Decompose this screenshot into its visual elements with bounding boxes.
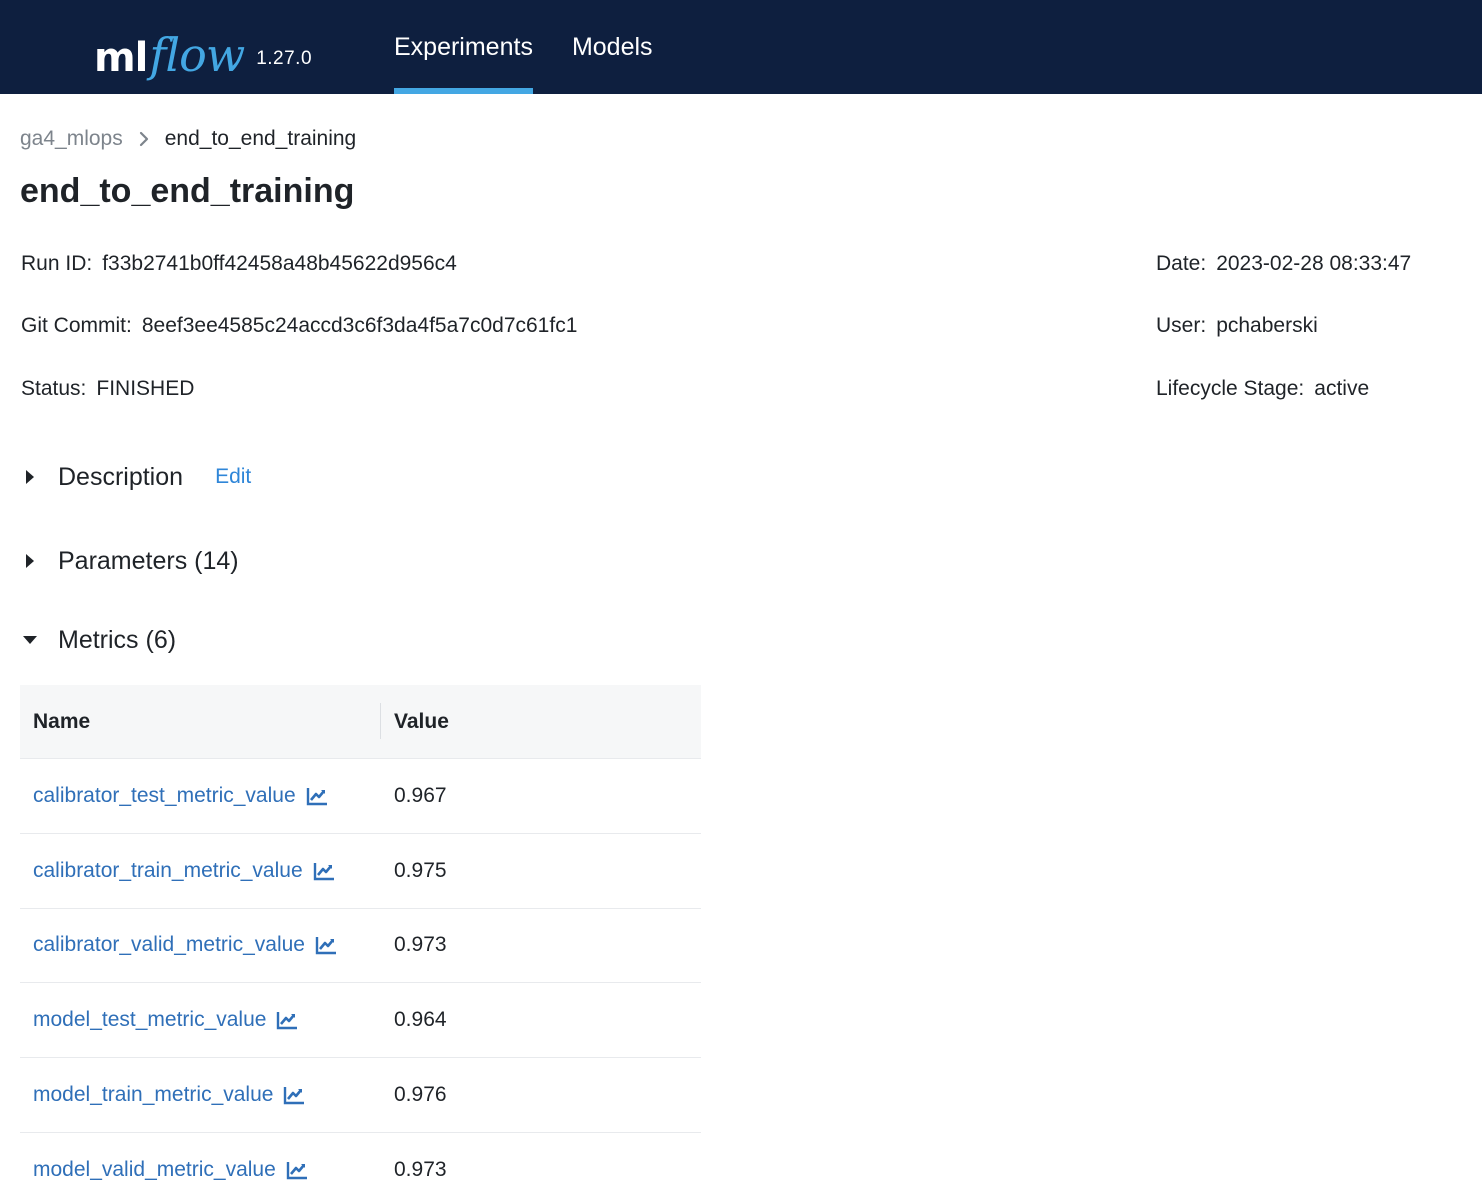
version-label: 1.27.0 <box>256 48 313 69</box>
metrics-toggle[interactable]: Metrics (6) <box>58 626 176 655</box>
top-navbar: ml flow 1.27.0 Experiments Models <box>0 0 1482 94</box>
main-nav: Experiments Models <box>394 0 692 94</box>
metric-name-link[interactable]: calibrator_train_metric_value <box>33 859 303 883</box>
metrics-table: Name Value calibrator_test_metric_value 0… <box>20 685 701 1204</box>
parameters-section-header: Parameters (14) <box>22 543 239 579</box>
mlflow-logo[interactable]: ml flow 1.27.0 <box>94 14 312 78</box>
user-value: pchaberski <box>1216 314 1318 337</box>
status-field: Status: FINISHED <box>21 377 194 401</box>
caret-down-icon[interactable] <box>22 632 38 648</box>
metric-name-link[interactable]: calibrator_valid_metric_value <box>33 933 305 957</box>
metric-value: 0.973 <box>394 1157 447 1181</box>
column-header-name[interactable]: Name <box>20 710 380 734</box>
user-field: User: pchaberski <box>1156 314 1318 338</box>
breadcrumb-current: end_to_end_training <box>164 127 357 150</box>
lifecycle-field: Lifecycle Stage: active <box>1156 377 1369 401</box>
table-row: model_valid_metric_value 0.973 <box>20 1133 701 1204</box>
chevron-right-icon <box>129 124 159 154</box>
metric-name-link[interactable]: calibrator_test_metric_value <box>33 784 296 808</box>
metric-name-link[interactable]: model_train_metric_value <box>33 1083 273 1107</box>
metric-value: 0.973 <box>394 933 447 957</box>
metric-name-cell: model_train_metric_value <box>20 1083 380 1107</box>
line-chart-icon[interactable] <box>306 786 328 806</box>
description-section-header: Description Edit <box>22 459 251 495</box>
line-chart-icon[interactable] <box>276 1010 298 1030</box>
metric-name-link[interactable]: model_test_metric_value <box>33 1008 266 1032</box>
table-row: model_test_metric_value 0.964 <box>20 983 701 1059</box>
parameters-toggle[interactable]: Parameters (14) <box>58 547 239 576</box>
date-value: 2023-02-28 08:33:47 <box>1216 252 1412 275</box>
table-row: model_train_metric_value 0.976 <box>20 1058 701 1133</box>
caret-right-icon[interactable] <box>22 553 38 569</box>
page-title: end_to_end_training <box>20 172 355 210</box>
metric-name-cell: model_test_metric_value <box>20 1008 380 1032</box>
line-chart-icon[interactable] <box>315 935 337 955</box>
metric-value: 0.976 <box>394 1083 447 1107</box>
git-commit-value: 8eef3ee4585c24accd3c6f3da4f5a7c0d7c61fc1 <box>141 314 578 337</box>
date-field: Date: 2023-02-28 08:33:47 <box>1156 252 1411 276</box>
git-commit-field: Git Commit: 8eef3ee4585c24accd3c6f3da4f5a… <box>21 314 577 338</box>
lifecycle-value: active <box>1314 377 1370 400</box>
logo-ml-text: ml <box>94 35 148 81</box>
run-id-label: Run ID: <box>21 252 93 275</box>
breadcrumb-experiment-link[interactable]: ga4_mlops <box>20 127 123 151</box>
date-label: Date: <box>1156 252 1207 275</box>
metric-name-cell: calibrator_valid_metric_value <box>20 933 380 957</box>
caret-right-icon[interactable] <box>22 469 38 485</box>
line-chart-icon[interactable] <box>313 861 335 881</box>
metric-name-cell: calibrator_test_metric_value <box>20 784 380 808</box>
metric-value: 0.964 <box>394 1008 447 1032</box>
metric-name-cell: model_valid_metric_value <box>20 1158 380 1182</box>
description-edit-link[interactable]: Edit <box>215 465 251 489</box>
metric-value: 0.967 <box>394 783 447 807</box>
table-row: calibrator_train_metric_value 0.975 <box>20 834 701 909</box>
table-row: calibrator_valid_metric_value 0.973 <box>20 909 701 984</box>
line-chart-icon[interactable] <box>286 1160 308 1180</box>
table-header: Name Value <box>20 685 701 759</box>
description-toggle[interactable]: Description <box>58 463 183 492</box>
breadcrumb: ga4_mlops end_to_end_training <box>20 124 356 154</box>
metric-name-link[interactable]: model_valid_metric_value <box>33 1158 276 1182</box>
table-body: calibrator_test_metric_value 0.967 calibra… <box>20 759 701 1204</box>
status-label: Status: <box>21 377 87 400</box>
nav-models[interactable]: Models <box>572 0 653 94</box>
table-row: calibrator_test_metric_value 0.967 <box>20 759 701 834</box>
user-label: User: <box>1156 314 1207 337</box>
column-divider <box>380 703 381 739</box>
logo-flow-text: flow <box>149 28 245 82</box>
run-id-field: Run ID: f33b2741b0ff42458a48b45622d956c4 <box>21 252 457 276</box>
column-header-value[interactable]: Value <box>380 710 449 734</box>
run-id-value: f33b2741b0ff42458a48b45622d956c4 <box>102 252 457 275</box>
lifecycle-label: Lifecycle Stage: <box>1156 377 1305 400</box>
nav-experiments[interactable]: Experiments <box>394 0 533 94</box>
status-value: FINISHED <box>96 377 195 400</box>
line-chart-icon[interactable] <box>283 1085 305 1105</box>
metrics-section-header: Metrics (6) <box>22 622 176 658</box>
metric-value: 0.975 <box>394 858 447 882</box>
metric-name-cell: calibrator_train_metric_value <box>20 859 380 883</box>
git-commit-label: Git Commit: <box>21 314 132 337</box>
